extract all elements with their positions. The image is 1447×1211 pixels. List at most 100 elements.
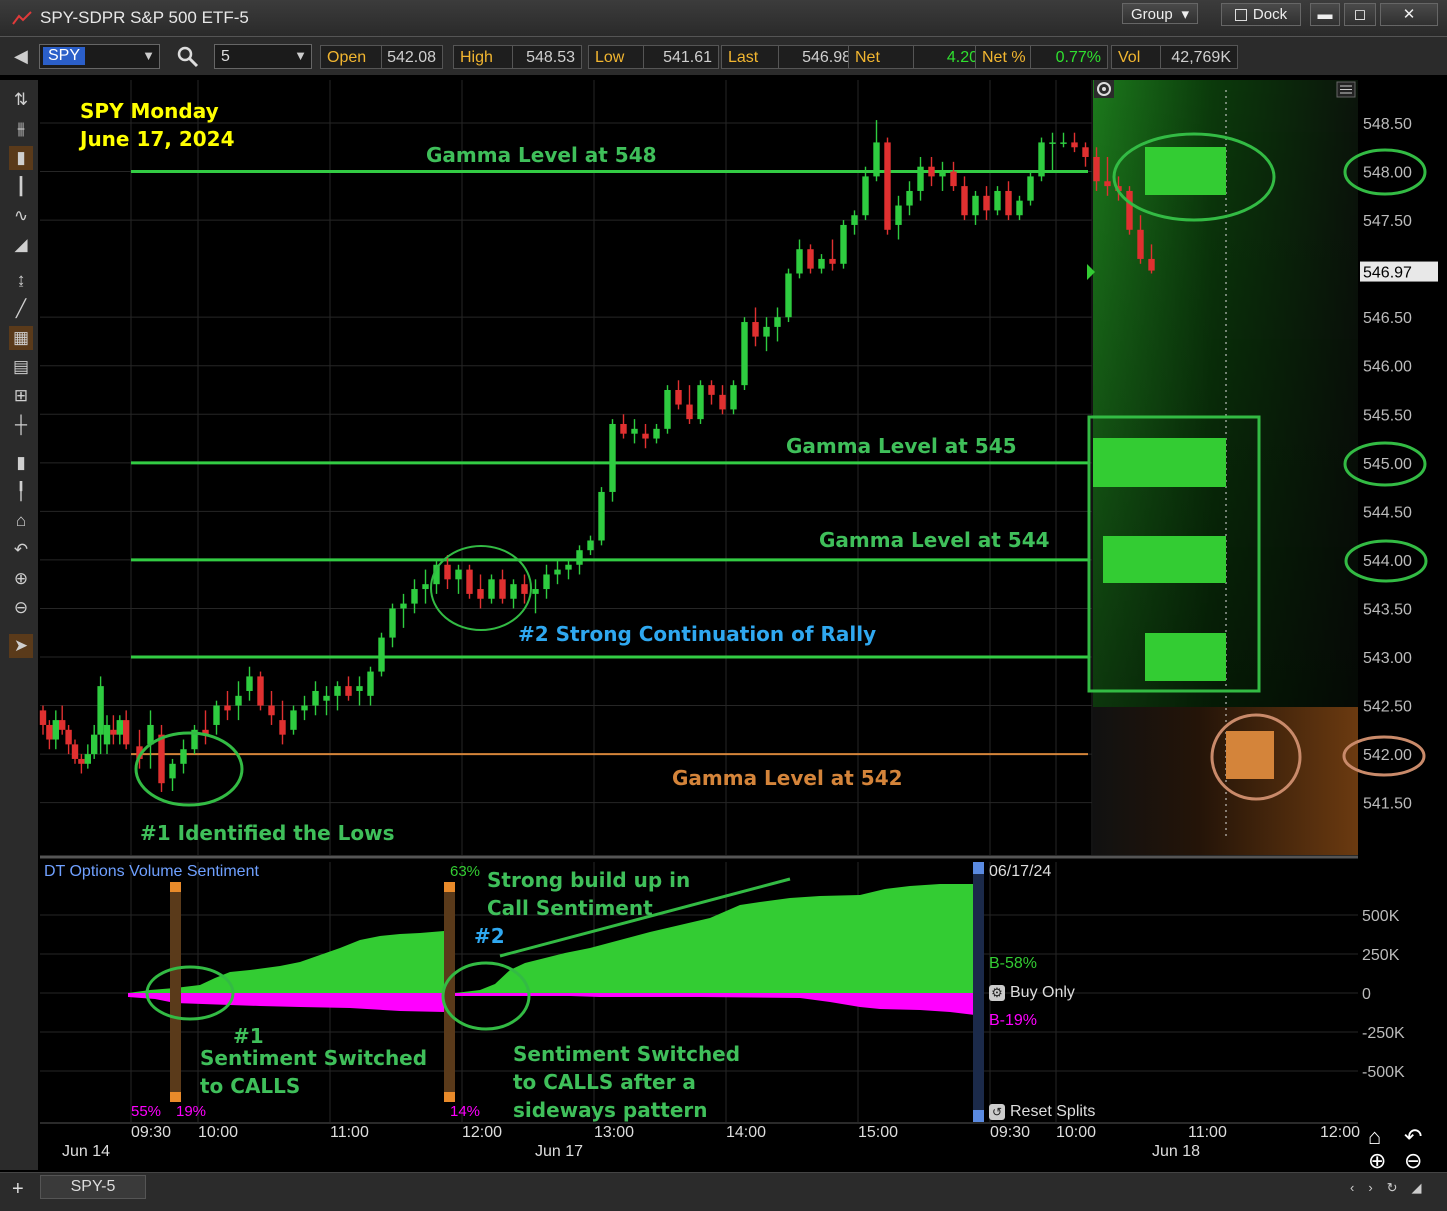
buy-only-toggle[interactable]: ⚙ Buy Only (989, 984, 1075, 1002)
chart-canvas: 548.50 548.00 547.50 546.97 546.50 546.00 545.… (39, 80, 1447, 1160)
time-tick-label: 11:00 (330, 1124, 369, 1141)
gamma-bar-545 (1093, 438, 1226, 487)
call-percent-label: B-58% (989, 955, 1038, 972)
price-tick-label: 547.50 (1363, 213, 1412, 230)
sentiment-title: DT Options Volume Sentiment (44, 863, 259, 880)
sent-note1-line1: Sentiment Switched (200, 1046, 428, 1070)
gamma-548-label: Gamma Level at 548 (426, 143, 657, 167)
price-tick-label: 541.50 (1363, 796, 1412, 813)
sent-note3-line2: to CALLS after a (513, 1070, 696, 1094)
gamma-542-label: Gamma Level at 542 (672, 766, 903, 790)
price-tick-label: 544.50 (1363, 504, 1412, 521)
sentiment-tick-label: 0 (1362, 986, 1371, 1003)
sent-note2-tag: #2 (474, 924, 505, 948)
gamma-544-label: Gamma Level at 544 (819, 528, 1050, 552)
undo-nav-icon[interactable]: ↶ (1404, 1124, 1422, 1150)
time-tick-label: 13:00 (594, 1124, 634, 1141)
sentiment-tick-label: 250K (1362, 947, 1400, 964)
gamma-545-label: Gamma Level at 545 (786, 434, 1017, 458)
gamma-bar-548 (1145, 147, 1226, 195)
sentiment-tick-label: -250K (1362, 1025, 1405, 1042)
time-tick-label: 09:30 (990, 1124, 1030, 1141)
split-marker-3[interactable] (973, 862, 984, 1120)
price-tick-label: 545.50 (1363, 407, 1412, 424)
gamma-bar-544 (1103, 536, 1226, 583)
candle (466, 564, 473, 599)
menu-icon[interactable] (1336, 81, 1356, 98)
price-tick-label: 542.50 (1363, 699, 1412, 716)
split-handle-1-bottom[interactable] (170, 1092, 181, 1102)
sent-note3-line1: Sentiment Switched (513, 1042, 741, 1066)
split-marker-1[interactable] (170, 882, 181, 1100)
price-tick-label: 548.00 (1363, 165, 1412, 182)
chart-title-line1: SPY Monday (80, 99, 219, 123)
put-percent-label: B-19% (989, 1012, 1038, 1029)
pct-left-put: 19% (176, 1103, 207, 1120)
buy-only-label: Buy Only (1010, 984, 1075, 1001)
price-tick-label: 546.50 (1363, 310, 1412, 327)
reset-splits-button[interactable]: ↺ Reset Splits (989, 1103, 1095, 1121)
last-price-label: 546.97 (1363, 265, 1412, 282)
note-identified-lows: #1 Identified the Lows (140, 821, 395, 845)
candle (840, 220, 847, 269)
candle (598, 487, 605, 546)
reset-splits-label: Reset Splits (1010, 1103, 1096, 1120)
time-tick-label: 12:00 (462, 1124, 502, 1141)
chart-title-line2: June 17, 2024 (80, 127, 235, 151)
split-handle-3-top[interactable] (973, 862, 984, 874)
home-nav-icon[interactable]: ⌂ (1368, 1124, 1381, 1150)
candle (741, 317, 748, 390)
sent-note2-line1: Strong build up in (487, 868, 691, 892)
candle (1126, 186, 1133, 235)
time-tick-label: 09:30 (131, 1124, 171, 1141)
price-tick-label: 543.00 (1363, 650, 1412, 667)
sent-note2-line2: Call Sentiment (487, 896, 653, 920)
time-tick-label: 10:00 (1056, 1124, 1096, 1141)
add-tab-icon[interactable]: + (12, 1178, 24, 1201)
time-tick-label: 14:00 (726, 1124, 766, 1141)
price-tick-label: 546.00 (1363, 359, 1412, 376)
candle (697, 380, 704, 424)
zoom-out-nav-icon[interactable]: ⊖ (1404, 1148, 1422, 1174)
sentiment-axis: 500K 250K 0 -250K -500K (1362, 908, 1405, 1081)
settings-gear-icon[interactable] (1094, 80, 1114, 98)
zoom-in-nav-icon[interactable]: ⊕ (1368, 1148, 1386, 1174)
price-tick-label: 542.00 (1363, 747, 1412, 764)
pct-left-call: 55% (131, 1103, 162, 1120)
date-label: Jun 14 (62, 1143, 110, 1160)
time-tick-label: 15:00 (858, 1124, 898, 1141)
sentiment-tick-label: -500K (1362, 1064, 1405, 1081)
price-tick-label: 548.50 (1363, 116, 1412, 133)
gamma-bar-542 (1226, 731, 1274, 779)
split-handle-1-top[interactable] (170, 882, 181, 892)
sentiment-tick-label: 500K (1362, 908, 1400, 925)
time-tick-label: 10:00 (198, 1124, 238, 1141)
tab-label: SPY-5 (70, 1178, 116, 1195)
candle (730, 380, 737, 415)
tab-bar (0, 1172, 1447, 1211)
candle (1038, 137, 1045, 182)
split-marker-2[interactable] (444, 882, 455, 1100)
split-handle-3-bottom[interactable] (973, 1110, 984, 1122)
candle (785, 268, 792, 323)
candle (378, 632, 385, 677)
pct-mid-put: 14% (450, 1103, 481, 1120)
candle (609, 419, 616, 502)
sent-note3-line3: sideways pattern (513, 1098, 708, 1122)
split-handle-2-top[interactable] (444, 882, 455, 892)
candle (257, 671, 264, 711)
candle (1027, 171, 1034, 206)
sentiment-date: 06/17/24 (989, 863, 1052, 880)
split-handle-2-bottom[interactable] (444, 1092, 455, 1102)
price-tick-label: 544.00 (1363, 553, 1412, 570)
reset-icon: ↺ (989, 1104, 1005, 1120)
price-tick-label: 543.50 (1363, 601, 1412, 618)
date-label: Jun 17 (535, 1143, 583, 1160)
tab-nav-icons[interactable]: ‹›↻◢ (1350, 1180, 1436, 1196)
candle (884, 137, 891, 235)
pct-top-mid: 63% (450, 863, 481, 880)
candle (158, 724, 165, 792)
time-axis: 09:30 10:00 11:00 12:00 13:00 14:00 15:00 09:30… (62, 1124, 1360, 1160)
price-tick-label: 545.00 (1363, 456, 1412, 473)
tab-spy-5[interactable]: SPY-5 (40, 1175, 146, 1199)
